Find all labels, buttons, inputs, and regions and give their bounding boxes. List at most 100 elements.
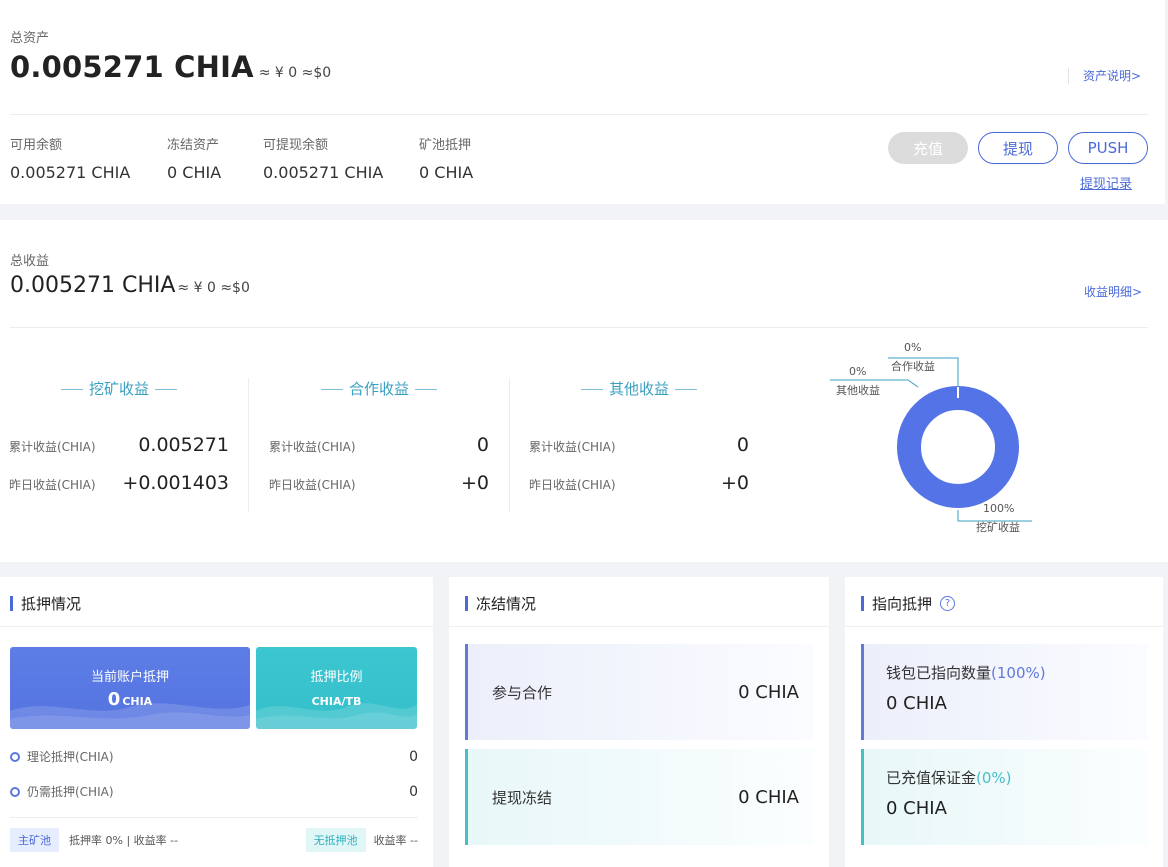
- income-row-label: 累计收益(CHIA): [529, 440, 616, 454]
- income-title: 总收益: [10, 254, 50, 269]
- income-row-label: 昨日收益(CHIA): [529, 478, 616, 492]
- donut-label-other-name: 其他收益: [836, 384, 880, 397]
- label-percent: (100%): [991, 664, 1046, 682]
- column-separator: [248, 378, 249, 512]
- no-pledge-pool-text: 收益率 --: [373, 834, 418, 847]
- point-pledge-card: 指向抵押 ? 钱包已指向数量(100%) 0 CHIA 已充值保证金(0%) 0…: [845, 577, 1163, 867]
- income-total-approx: ≈ ¥ 0 ≈$0: [177, 280, 250, 296]
- income-column-title: 合作收益: [269, 378, 489, 399]
- push-button[interactable]: PUSH: [1068, 132, 1148, 164]
- income-row: 累计收益(CHIA) 0.005271: [9, 434, 229, 456]
- stat-label: 矿池抵押: [419, 138, 472, 153]
- asset-explain-link[interactable]: 资产说明>: [1068, 68, 1141, 84]
- income-total: 0.005271 CHIA ≈ ¥ 0 ≈$0: [10, 273, 250, 298]
- main-pool-text: 抵押率 0% | 收益率 --: [69, 834, 179, 847]
- income-row-label: 昨日收益(CHIA): [9, 478, 96, 492]
- stat-value: 0.005271 CHIA: [263, 163, 384, 182]
- header-divider: [449, 626, 829, 627]
- deposit-margin-box: 已充值保证金(0%) 0 CHIA: [861, 749, 1147, 845]
- donut-label-other-percent: 0%: [849, 365, 867, 378]
- stat-available: 可用余额 0.005271 CHIA: [10, 134, 130, 182]
- donut-slice-mining[interactable]: [897, 386, 1019, 508]
- current-pledge-value: 0 CHIA: [10, 689, 250, 710]
- income-row-value: 0.005271: [138, 434, 229, 456]
- wallet-pointed-label: 钱包已指向数量(100%): [886, 662, 1147, 683]
- label-percent: (0%): [976, 769, 1012, 787]
- no-pledge-pool-tag[interactable]: 无抵押池: [305, 828, 366, 852]
- theoretical-pledge-row: 理论抵押(CHIA) 0: [10, 748, 418, 765]
- label-text: 已充值保证金: [886, 769, 977, 787]
- freeze-cooperation-label: 参与合作: [492, 683, 553, 702]
- stat-label: 冻结资产: [167, 138, 220, 153]
- deposit-margin-label: 已充值保证金(0%): [886, 767, 1147, 788]
- income-detail-link[interactable]: 收益明细>: [1084, 283, 1142, 300]
- stat-value: 0.005271 CHIA: [10, 163, 131, 182]
- freeze-withdraw-box: 提现冻结 0 CHIA: [465, 749, 813, 845]
- income-column-title: 挖矿收益: [9, 378, 229, 399]
- required-pledge-value: 0: [409, 783, 418, 800]
- header-divider: [0, 626, 433, 627]
- recharge-button[interactable]: 充值: [888, 132, 968, 164]
- income-row: 累计收益(CHIA) 0: [269, 434, 489, 456]
- required-pledge-row: 仍需抵押(CHIA) 0: [10, 783, 418, 800]
- pledge-ratio-tile: 抵押比例 CHIA/TB: [256, 647, 417, 729]
- wallet-pointed-value: 0 CHIA: [886, 693, 947, 714]
- income-row: 累计收益(CHIA) 0: [529, 434, 749, 456]
- asset-total-value: 0.005271 CHIA: [10, 50, 254, 84]
- header-divider: [845, 626, 1163, 627]
- freeze-withdraw-label: 提现冻结: [492, 788, 553, 807]
- theoretical-pledge-value: 0: [409, 748, 418, 765]
- stat-value: 0 CHIA: [419, 163, 474, 182]
- stat-label: 可用余额: [10, 138, 63, 153]
- income-row: 昨日收益(CHIA) +0: [269, 472, 489, 494]
- stat-value: 0 CHIA: [167, 163, 222, 182]
- withdraw-button[interactable]: 提现: [978, 132, 1058, 164]
- current-pledge-tile: 当前账户抵押 0 CHIA: [10, 647, 250, 729]
- income-card: 总收益 0.005271 CHIA ≈ ¥ 0 ≈$0 收益明细> 挖矿收益 累…: [0, 220, 1168, 562]
- pledge-ratio-unit: CHIA/TB: [311, 695, 362, 708]
- current-pledge-number: 0: [107, 689, 121, 710]
- pledge-card: 抵押情况 当前账户抵押 0 CHIA 抵押比例 CHIA/TB 理论抵押(CHIA…: [0, 577, 433, 867]
- freeze-cooperation-box: 参与合作 0 CHIA: [465, 644, 813, 740]
- income-donut-chart: [830, 357, 1032, 522]
- main-pool-tag[interactable]: 主矿池: [10, 828, 59, 852]
- income-divider: [10, 327, 1148, 328]
- footer-divider: [10, 817, 418, 818]
- bullet-icon: [10, 786, 20, 797]
- withdraw-record-link[interactable]: 提现记录: [1080, 173, 1132, 192]
- income-row-label: 累计收益(CHIA): [269, 440, 356, 454]
- pledge-card-title: 抵押情况: [21, 595, 82, 613]
- income-row-value: 0: [476, 434, 489, 456]
- stat-pool-pledge: 矿池抵押 0 CHIA: [419, 134, 473, 182]
- label-text: 钱包已指向数量: [886, 664, 992, 682]
- income-row-value: +0: [720, 472, 749, 494]
- income-row: 昨日收益(CHIA) +0.001403: [9, 472, 229, 494]
- donut-label-cooperation-name: 合作收益: [891, 360, 935, 373]
- pledge-ratio-label: 抵押比例: [310, 670, 363, 685]
- pool-footer: 主矿池 抵押率 0% | 收益率 -- 无抵押池 收益率 --: [10, 828, 418, 852]
- income-row-value: +0.001403: [122, 472, 229, 494]
- freeze-cooperation-value: 0 CHIA: [738, 681, 799, 703]
- income-row-label: 累计收益(CHIA): [9, 440, 96, 454]
- question-icon[interactable]: ?: [940, 596, 956, 611]
- freeze-card-title: 冻结情况: [476, 595, 537, 613]
- row-label: 理论抵押(CHIA): [27, 750, 114, 764]
- stat-label: 可提现余额: [263, 138, 329, 153]
- stat-frozen: 冻结资产 0 CHIA: [167, 134, 221, 182]
- current-pledge-label: 当前账户抵押: [90, 670, 169, 685]
- income-row-value: +0: [460, 472, 489, 494]
- donut-label-cooperation-percent: 0%: [904, 341, 922, 354]
- header-accent-bar: [465, 596, 468, 611]
- asset-title: 总资产: [10, 31, 50, 46]
- column-separator: [509, 378, 510, 512]
- income-row-label: 昨日收益(CHIA): [269, 478, 356, 492]
- theoretical-pledge-label: 理论抵押(CHIA): [10, 748, 114, 765]
- point-card-header: 指向抵押 ?: [861, 593, 956, 614]
- required-pledge-label: 仍需抵押(CHIA): [10, 783, 114, 800]
- donut-label-mining-name: 挖矿收益: [976, 521, 1020, 534]
- bullet-icon: [10, 751, 20, 762]
- asset-divider: [10, 114, 1148, 115]
- freeze-card: 冻结情况 参与合作 0 CHIA 提现冻结 0 CHIA: [449, 577, 829, 867]
- freeze-withdraw-value: 0 CHIA: [738, 786, 799, 808]
- point-card-title: 指向抵押: [872, 595, 933, 613]
